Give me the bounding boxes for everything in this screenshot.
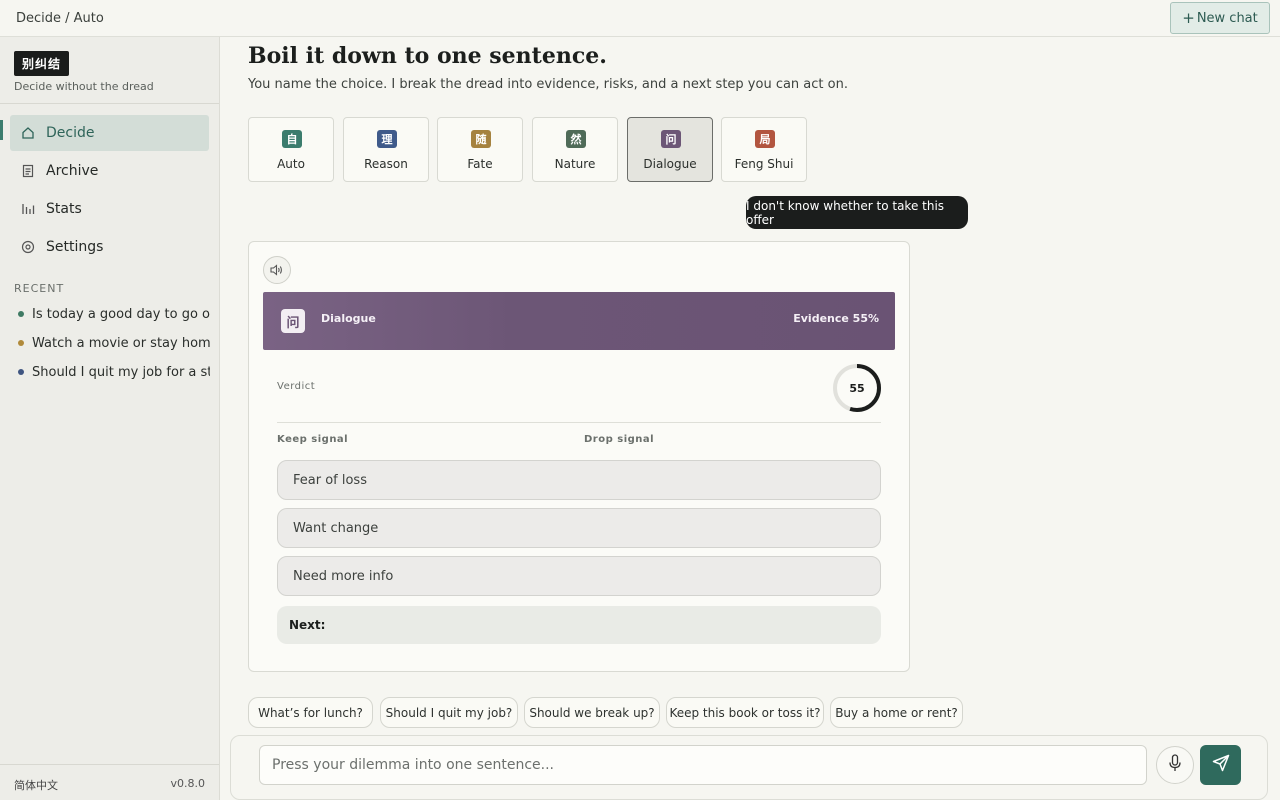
recent-item[interactable]: Watch a movie or stay home th (18, 333, 210, 353)
sidebar-item-settings[interactable]: Settings (10, 229, 209, 265)
sidebar-item-label: Archive (46, 163, 99, 179)
recent-item-label: Should I quit my job for a start (32, 364, 210, 380)
suggestion-chip[interactable]: What’s for lunch? (248, 697, 373, 728)
recent-item-label: Is today a good day to go out? (32, 306, 210, 322)
recent-item[interactable]: Is today a good day to go out? (18, 304, 210, 324)
suggestion-chip[interactable]: Should we break up? (524, 697, 660, 728)
suggestion-chip[interactable]: Buy a home or rent? (830, 697, 963, 728)
sidebar-item-label: Settings (46, 239, 104, 255)
recent-item[interactable]: Should I quit my job for a start (18, 362, 210, 382)
new-chat-button[interactable]: + New chat (1170, 2, 1270, 34)
sidebar-item-label: Decide (46, 125, 95, 141)
divider (0, 103, 219, 104)
mode-feng-shui[interactable]: 局 Feng Shui (721, 117, 807, 182)
score-value: 55 (849, 381, 865, 395)
breadcrumb: Decide / Auto (16, 11, 104, 26)
mode-reason[interactable]: 理 Reason (343, 117, 429, 182)
dilemma-input[interactable] (259, 745, 1147, 785)
mode-auto[interactable]: 自 Auto (248, 117, 334, 182)
bar-chart-icon (20, 201, 36, 217)
result-banner: 问 Dialogue Evidence 55% (263, 292, 895, 350)
microphone-button[interactable] (1156, 746, 1194, 784)
mode-label: Feng Shui (734, 157, 794, 171)
top-bar: Decide / Auto + New chat (0, 0, 1280, 37)
document-icon (20, 163, 36, 179)
version-label: v0.8.0 (170, 777, 206, 790)
home-icon (20, 125, 36, 141)
evidence-label: Evidence 55% (793, 312, 879, 325)
divider (0, 764, 219, 765)
signal-item[interactable]: Want change (277, 508, 881, 548)
gear-icon (20, 239, 36, 255)
status-dot (18, 369, 24, 375)
page-subtitle: You name the choice. I break the dread i… (248, 77, 848, 92)
app-tagline: Decide without the dread (14, 80, 154, 93)
suggestion-chip[interactable]: Should I quit my job? (380, 697, 518, 728)
mode-label: Fate (467, 157, 493, 171)
mode-label: Nature (554, 157, 596, 171)
banner-mode-name: Dialogue (321, 312, 376, 325)
send-button[interactable] (1200, 745, 1241, 785)
recent-item-label: Watch a movie or stay home th (32, 335, 210, 351)
fate-glyph-icon: 随 (471, 130, 491, 148)
speaker-icon (270, 261, 284, 280)
sidebar-item-decide[interactable]: Decide (10, 115, 209, 151)
next-step: Next: (277, 606, 881, 644)
divider (277, 422, 881, 423)
signal-item[interactable]: Need more info (277, 556, 881, 596)
result-card: 问 Dialogue Evidence 55% Verdict 55 Keep … (248, 241, 910, 672)
suggestion-chip[interactable]: Keep this book or toss it? (666, 697, 824, 728)
sidebar: 别纠结 Decide without the dread Decide Arch… (0, 37, 220, 800)
speaker-button[interactable] (263, 256, 291, 284)
plus-icon: + (1182, 8, 1195, 27)
status-dot (18, 340, 24, 346)
mode-dialogue[interactable]: 问 Dialogue (627, 117, 713, 182)
active-indicator (0, 120, 3, 140)
send-icon (1212, 754, 1230, 776)
microphone-icon (1168, 754, 1182, 776)
sidebar-item-stats[interactable]: Stats (10, 191, 209, 227)
app-logo[interactable]: 别纠结 (14, 51, 70, 76)
dialogue-glyph-icon: 问 (281, 309, 305, 333)
keep-signal-label: Keep signal (277, 434, 349, 445)
mode-label: Auto (277, 157, 305, 171)
composer (230, 735, 1268, 800)
verdict-label: Verdict (277, 381, 316, 392)
status-dot (18, 311, 24, 317)
feng-shui-glyph-icon: 局 (755, 130, 775, 148)
signal-item[interactable]: Fear of loss (277, 460, 881, 500)
auto-glyph-icon: 自 (282, 130, 302, 148)
user-message-bubble: I don't know whether to take this offer (746, 196, 968, 229)
recent-heading: RECENT (14, 282, 65, 295)
drop-signal-label: Drop signal (584, 434, 655, 445)
language-selector[interactable]: 简体中文 (14, 777, 58, 793)
nature-glyph-icon: 然 (566, 130, 586, 148)
page-title: Boil it down to one sentence. (248, 43, 607, 69)
dialogue-glyph-icon: 问 (661, 130, 681, 148)
reason-glyph-icon: 理 (377, 130, 397, 148)
mode-nature[interactable]: 然 Nature (532, 117, 618, 182)
mode-label: Reason (364, 157, 408, 171)
sidebar-item-archive[interactable]: Archive (10, 153, 209, 189)
mode-fate[interactable]: 随 Fate (437, 117, 523, 182)
new-chat-label: New chat (1196, 10, 1258, 26)
mode-label: Dialogue (643, 157, 697, 171)
sidebar-item-label: Stats (46, 201, 82, 217)
